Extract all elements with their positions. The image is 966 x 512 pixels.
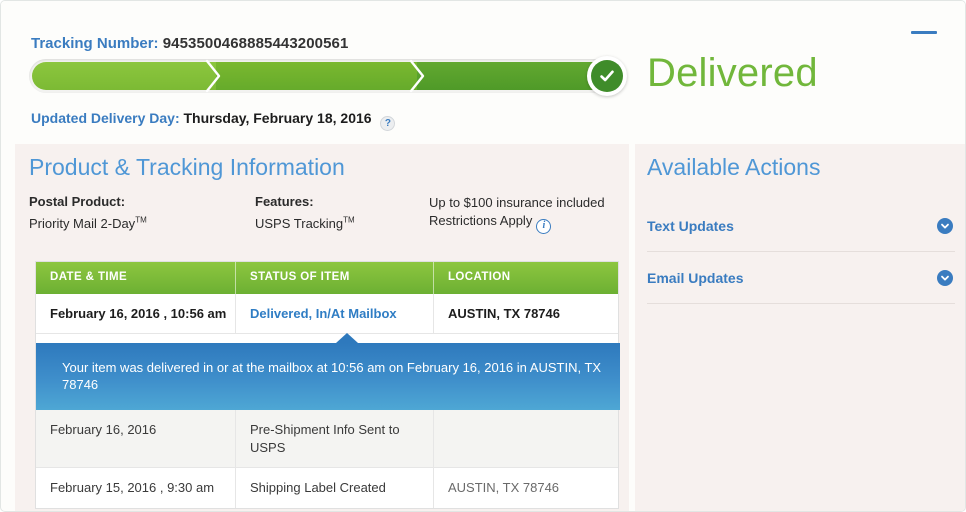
- trademark-superscript: TM: [343, 215, 355, 225]
- insurance-line-1: Up to $100 insurance included: [429, 195, 605, 210]
- chevron-down-icon[interactable]: [937, 269, 953, 286]
- product-tracking-panel: Product & Tracking Information Postal Pr…: [15, 144, 629, 511]
- delivery-status-text: Delivered: [647, 51, 818, 95]
- insurance-line-2: Restrictions Apply i: [429, 212, 605, 234]
- check-circle-icon: [591, 60, 623, 92]
- row-location: AUSTIN, TX 78746: [448, 480, 560, 496]
- column-header-status: STATUS OF ITEM: [236, 262, 434, 294]
- chevron-down-icon[interactable]: [937, 217, 953, 234]
- status-link[interactable]: Delivered, In/At Mailbox: [250, 306, 397, 321]
- minimize-icon[interactable]: [911, 31, 937, 34]
- postal-product-label: Postal Product:: [29, 194, 126, 209]
- insurance-column: Up to $100 insurance included Restrictio…: [429, 194, 605, 234]
- table-row[interactable]: February 16, 2016 Pre-Shipment Info Sent…: [36, 410, 618, 469]
- tooltip-text: Your item was delivered in or at the mai…: [62, 359, 602, 392]
- available-actions-panel: Available Actions Text Updates Email Upd…: [635, 144, 965, 511]
- row-status: Pre-Shipment Info Sent to USPS: [236, 410, 434, 468]
- tracking-number-value: 9453500468885443200561: [162, 35, 349, 52]
- progress-track: [32, 62, 624, 90]
- tracking-history-table: DATE & TIME STATUS OF ITEM LOCATION Febr…: [35, 261, 620, 509]
- postal-product-value: Priority Mail 2-DayTM: [29, 215, 147, 231]
- tracking-number-line: Tracking Number: 9453500468885443200561: [31, 35, 348, 52]
- actions-panel-title: Available Actions: [647, 154, 821, 180]
- action-item-email-updates[interactable]: Email Updates: [647, 252, 955, 304]
- action-label: Text Updates: [647, 217, 734, 234]
- table-row[interactable]: February 16, 2016 , 10:56 am Delivered, …: [36, 293, 618, 335]
- tracking-header: Tracking Number: 9453500468885443200561: [1, 1, 965, 143]
- action-label: Email Updates: [647, 269, 744, 286]
- status-tooltip-row: Your item was delivered in or at the mai…: [36, 333, 620, 411]
- postal-product-column: Postal Product: Priority Mail 2-DayTM: [29, 194, 147, 233]
- usps-tracking-window: Tracking Number: 9453500468885443200561: [0, 0, 966, 512]
- row-location: [434, 410, 618, 467]
- updated-delivery-day-label: Updated Delivery Day:: [31, 110, 180, 126]
- updated-delivery-day-value: Thursday, February 18, 2016: [183, 110, 372, 126]
- features-value: USPS TrackingTM: [255, 215, 355, 231]
- trademark-superscript: TM: [135, 215, 147, 225]
- tracking-number-label: Tracking Number:: [31, 35, 159, 52]
- row-status: Delivered, In/At Mailbox: [236, 293, 434, 334]
- row-date: February 16, 2016 , 10:56 am: [36, 293, 236, 334]
- row-status: Shipping Label Created: [236, 468, 434, 508]
- status-tooltip: Your item was delivered in or at the mai…: [36, 343, 620, 411]
- row-location: AUSTIN, TX 78746: [448, 305, 560, 321]
- progress-segment-2: [215, 62, 417, 90]
- tooltip-arrow-icon: [336, 333, 358, 344]
- features-label: Features:: [255, 194, 314, 209]
- updated-delivery-day-line: Updated Delivery Day: Thursday, February…: [31, 110, 396, 131]
- actions-list: Text Updates Email Updates: [647, 200, 955, 304]
- progress-segment-1: [32, 62, 216, 90]
- features-column: Features: USPS TrackingTM: [255, 194, 355, 233]
- delivery-progress-bar: [29, 59, 627, 93]
- column-header-location: LOCATION: [448, 271, 511, 283]
- help-icon[interactable]: ?: [380, 116, 396, 131]
- action-item-text-updates[interactable]: Text Updates: [647, 200, 955, 252]
- table-header-row: DATE & TIME STATUS OF ITEM LOCATION: [36, 262, 618, 294]
- row-date: February 16, 2016: [36, 410, 236, 468]
- product-panel-title: Product & Tracking Information: [29, 154, 345, 180]
- table-row[interactable]: February 15, 2016 , 9:30 am Shipping Lab…: [36, 468, 618, 508]
- delivered-check-badge: [587, 56, 627, 96]
- row-date: February 15, 2016 , 9:30 am: [36, 468, 236, 508]
- info-icon[interactable]: i: [536, 218, 552, 234]
- column-header-date: DATE & TIME: [36, 262, 236, 294]
